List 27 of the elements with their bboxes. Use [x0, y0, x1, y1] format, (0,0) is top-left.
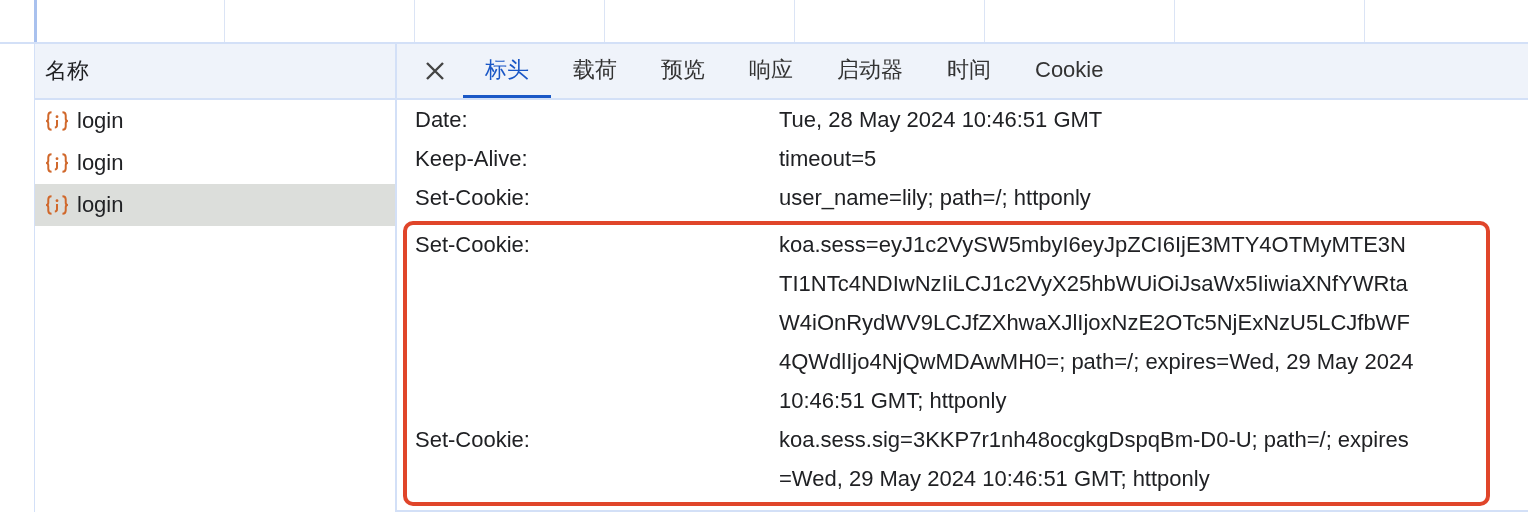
- header-name: Set-Cookie:: [414, 426, 531, 454]
- column-header[interactable]: 名称: [35, 44, 395, 100]
- header-name: Date:: [414, 106, 469, 134]
- header-name: Keep-Alive:: [414, 145, 529, 173]
- tab[interactable]: 载荷: [551, 44, 639, 98]
- json-icon: [45, 194, 69, 216]
- request-row[interactable]: login: [35, 184, 395, 226]
- request-row[interactable]: login: [35, 142, 395, 184]
- tab[interactable]: 时间: [925, 44, 1013, 98]
- request-name: login: [77, 192, 124, 218]
- close-icon: [425, 61, 445, 81]
- tab[interactable]: 启动器: [815, 44, 925, 98]
- tab[interactable]: 响应: [727, 44, 815, 98]
- json-icon: [45, 152, 69, 174]
- tab[interactable]: 预览: [639, 44, 727, 98]
- header-value: user_name=lily; path=/; httponly: [779, 184, 1092, 212]
- header-value: timeout=5: [779, 145, 878, 173]
- json-icon: [45, 110, 69, 132]
- tab[interactable]: 标头: [463, 44, 551, 98]
- request-row[interactable]: login: [35, 100, 395, 142]
- header-name: Set-Cookie:: [414, 184, 531, 212]
- header-value: koa.sess.sig=3KKP7r1nh48ocgkgDspqBm-D0-U; path=/; expires=Wed, 29 May 2024 10:46:51 GMT; httponly: [779, 426, 1410, 493]
- header-name: Set-Cookie:: [414, 231, 531, 259]
- header-value: Tue, 28 May 2024 10:46:51 GMT: [779, 106, 1104, 134]
- request-name: login: [77, 150, 124, 176]
- tab[interactable]: Cookie: [1013, 44, 1126, 98]
- request-name: login: [77, 108, 124, 134]
